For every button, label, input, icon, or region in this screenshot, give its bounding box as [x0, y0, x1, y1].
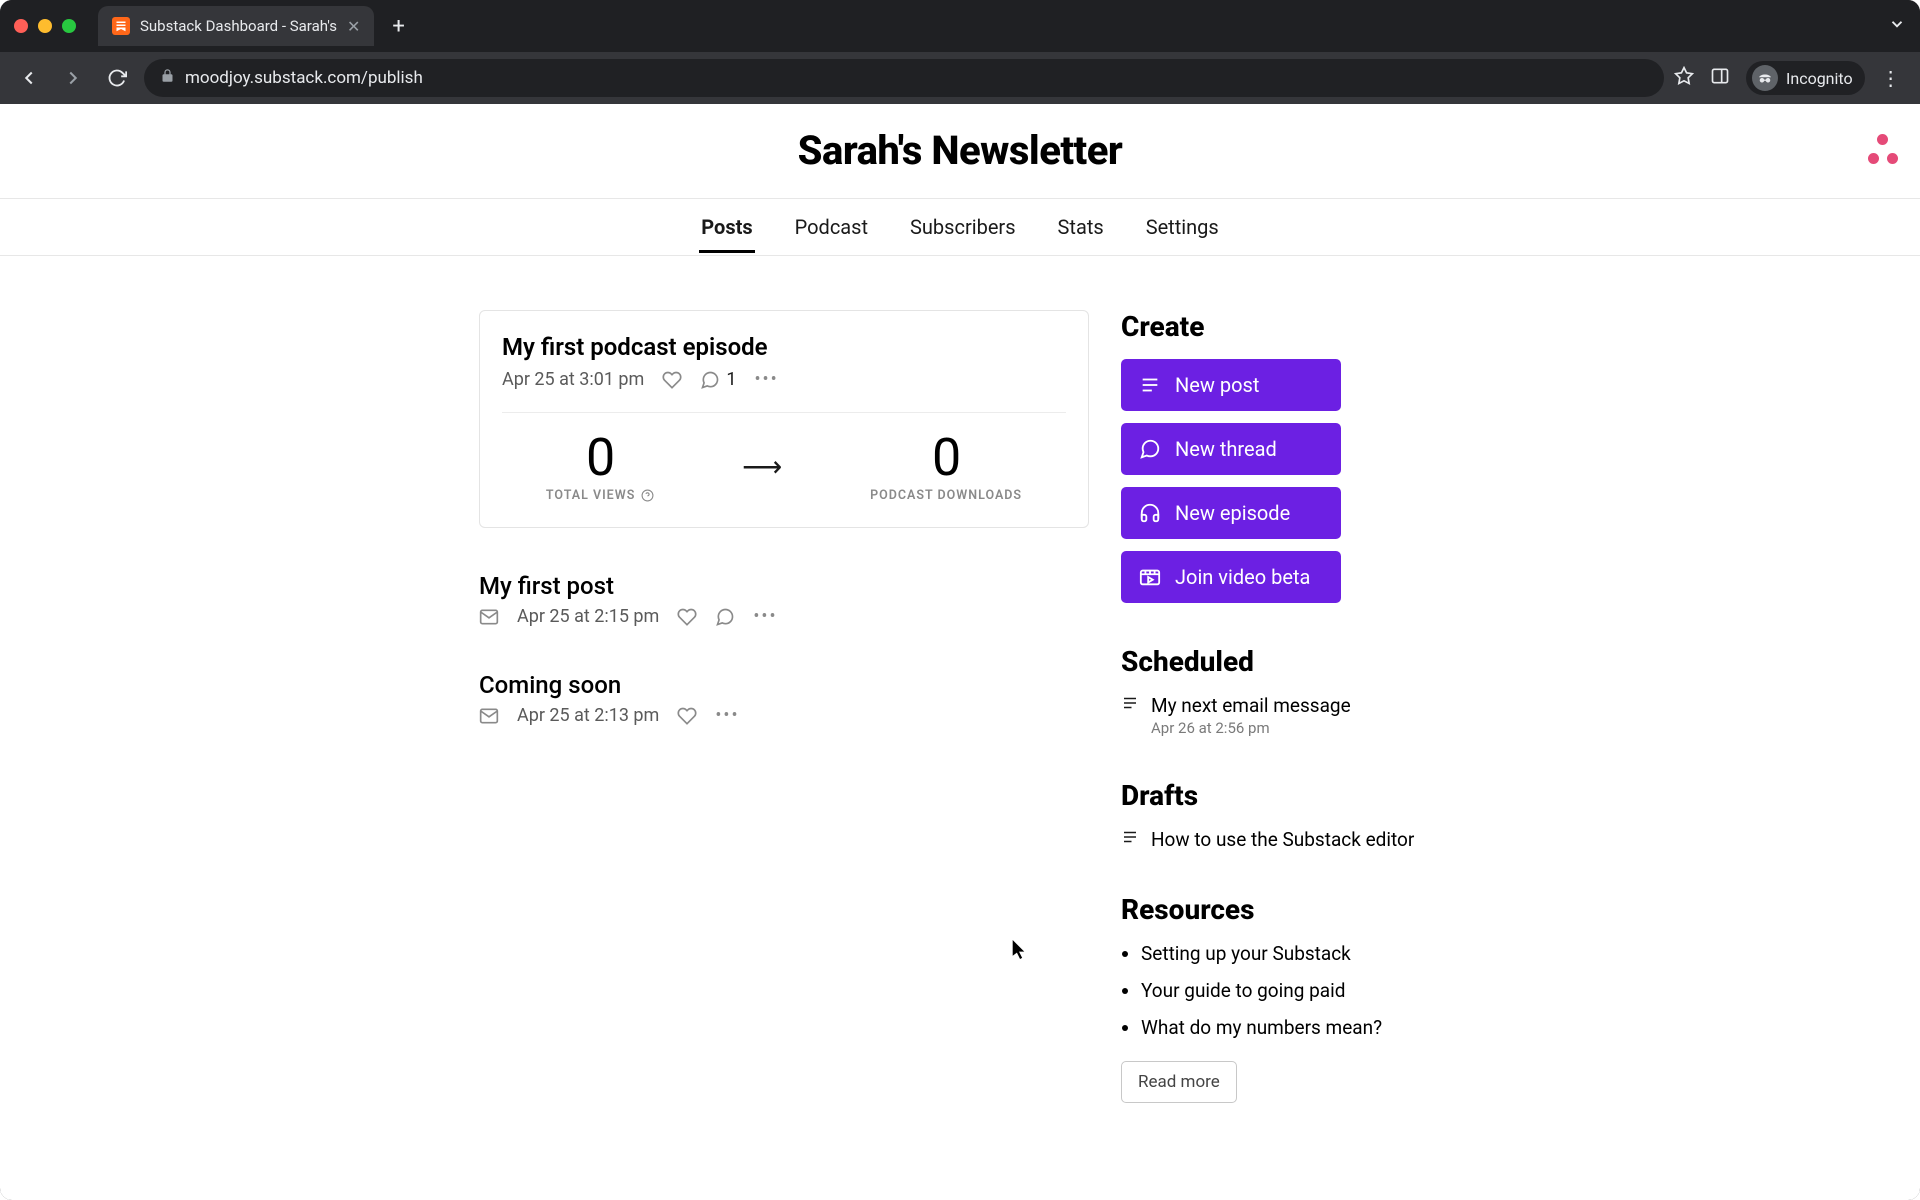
- toolbar-right: Incognito ⋮: [1674, 61, 1901, 95]
- doc-lines-icon: [1121, 694, 1139, 737]
- drafts-section: Drafts How to use the Substack editor: [1121, 779, 1441, 851]
- url-input[interactable]: moodjoy.substack.com/publish: [144, 59, 1664, 97]
- scheduled-title: My next email message: [1151, 694, 1351, 717]
- lines-icon: [1139, 374, 1161, 396]
- incognito-icon: [1752, 65, 1778, 91]
- forward-button[interactable]: [56, 61, 90, 95]
- featured-post-card[interactable]: My first podcast episode Apr 25 at 3:01 …: [479, 310, 1089, 528]
- new-episode-button[interactable]: New episode: [1121, 487, 1341, 539]
- read-more-button[interactable]: Read more: [1121, 1061, 1237, 1103]
- site-logo-icon[interactable]: [1868, 134, 1898, 164]
- tabs-dropdown-icon[interactable]: [1888, 15, 1906, 37]
- resource-link[interactable]: Your guide to going paid: [1141, 979, 1441, 1002]
- mail-icon: [479, 706, 499, 726]
- headphones-icon: [1139, 502, 1161, 524]
- reload-button[interactable]: [100, 61, 134, 95]
- post-date: Apr 25 at 2:13 pm: [517, 705, 659, 726]
- video-icon: [1139, 566, 1161, 588]
- post-stats: 0 TOTAL VIEWS ⟶ 0 PODCAST DOWNLOADS: [502, 423, 1066, 509]
- tab-stats[interactable]: Stats: [1056, 201, 1106, 253]
- bookmark-icon[interactable]: [1674, 66, 1694, 90]
- resources-heading: Resources: [1121, 893, 1441, 926]
- content-columns: My first podcast episode Apr 25 at 3:01 …: [0, 256, 1920, 1123]
- featured-post-meta: Apr 25 at 3:01 pm 1 •••: [502, 369, 1066, 390]
- comment-count[interactable]: 1: [700, 369, 736, 390]
- posts-column: My first podcast episode Apr 25 at 3:01 …: [479, 310, 1089, 1123]
- new-thread-button[interactable]: New thread: [1121, 423, 1341, 475]
- side-panel-icon[interactable]: [1710, 66, 1730, 90]
- resource-link[interactable]: What do my numbers mean?: [1141, 1016, 1441, 1039]
- browser-menu-icon[interactable]: ⋮: [1881, 66, 1901, 90]
- draft-item[interactable]: How to use the Substack editor: [1121, 828, 1441, 851]
- doc-lines-icon: [1121, 828, 1139, 851]
- close-tab-icon[interactable]: ✕: [347, 17, 360, 36]
- scheduled-section: Scheduled My next email message Apr 26 a…: [1121, 645, 1441, 737]
- back-button[interactable]: [12, 61, 46, 95]
- create-section: Create New post New thread New episode: [1121, 310, 1441, 603]
- scheduled-heading: Scheduled: [1121, 645, 1441, 678]
- more-icon[interactable]: •••: [715, 705, 739, 726]
- like-icon[interactable]: [677, 607, 697, 627]
- browser-window: Substack Dashboard - Sarah's ✕ + moodjoy…: [0, 0, 1920, 1200]
- post-title: Coming soon: [479, 671, 1089, 699]
- total-views-stat: 0 TOTAL VIEWS: [546, 423, 654, 509]
- post-row[interactable]: Coming soon Apr 25 at 2:13 pm •••: [479, 671, 1089, 726]
- like-icon[interactable]: [662, 370, 682, 390]
- address-bar: moodjoy.substack.com/publish Incognito ⋮: [0, 52, 1920, 104]
- profile-chip[interactable]: Incognito: [1746, 61, 1865, 95]
- info-icon[interactable]: [641, 489, 654, 502]
- tab-subscribers[interactable]: Subscribers: [908, 201, 1018, 253]
- more-icon[interactable]: •••: [754, 369, 778, 390]
- join-video-beta-button[interactable]: Join video beta: [1121, 551, 1341, 603]
- profile-label: Incognito: [1786, 69, 1853, 88]
- featured-post-title: My first podcast episode: [502, 333, 1066, 361]
- browser-tab[interactable]: Substack Dashboard - Sarah's ✕: [98, 6, 374, 46]
- mail-icon: [479, 607, 499, 627]
- lock-icon: [160, 68, 175, 88]
- comment-icon[interactable]: [715, 607, 735, 627]
- post-title: My first post: [479, 572, 1089, 600]
- more-icon[interactable]: •••: [753, 606, 777, 627]
- url-text: moodjoy.substack.com/publish: [185, 68, 423, 88]
- scheduled-item[interactable]: My next email message Apr 26 at 2:56 pm: [1121, 694, 1441, 737]
- post-row[interactable]: My first post Apr 25 at 2:15 pm •••: [479, 572, 1089, 627]
- tab-posts[interactable]: Posts: [699, 201, 754, 253]
- new-tab-button[interactable]: +: [384, 14, 412, 39]
- post-date: Apr 25 at 2:15 pm: [517, 606, 659, 627]
- sidebar: Create New post New thread New episode: [1121, 310, 1441, 1123]
- new-post-button[interactable]: New post: [1121, 359, 1341, 411]
- tab-settings[interactable]: Settings: [1144, 201, 1221, 253]
- window-controls: [14, 19, 76, 33]
- arrow-right-icon: ⟶: [742, 450, 782, 483]
- site-header: Sarah's Newsletter: [0, 104, 1920, 198]
- window-minimize-button[interactable]: [38, 19, 52, 33]
- section-tabs: Posts Podcast Subscribers Stats Settings: [0, 198, 1920, 256]
- scheduled-date: Apr 26 at 2:56 pm: [1151, 719, 1351, 737]
- mouse-cursor-icon: [1012, 940, 1026, 960]
- downloads-stat: 0 PODCAST DOWNLOADS: [870, 423, 1022, 509]
- site-title: Sarah's Newsletter: [798, 127, 1123, 174]
- like-icon[interactable]: [677, 706, 697, 726]
- resource-link[interactable]: Setting up your Substack: [1141, 942, 1441, 965]
- resources-section: Resources Setting up your Substack Your …: [1121, 893, 1441, 1103]
- draft-title: How to use the Substack editor: [1151, 828, 1414, 851]
- tab-title: Substack Dashboard - Sarah's: [140, 17, 337, 35]
- tab-strip: Substack Dashboard - Sarah's ✕ +: [0, 0, 1920, 52]
- page-content: Sarah's Newsletter Posts Podcast Subscri…: [0, 104, 1920, 1200]
- window-zoom-button[interactable]: [62, 19, 76, 33]
- tab-podcast[interactable]: Podcast: [793, 201, 870, 253]
- post-date: Apr 25 at 3:01 pm: [502, 369, 644, 390]
- window-close-button[interactable]: [14, 19, 28, 33]
- create-heading: Create: [1121, 310, 1441, 343]
- chat-icon: [1139, 438, 1161, 460]
- drafts-heading: Drafts: [1121, 779, 1441, 812]
- substack-favicon-icon: [112, 17, 130, 35]
